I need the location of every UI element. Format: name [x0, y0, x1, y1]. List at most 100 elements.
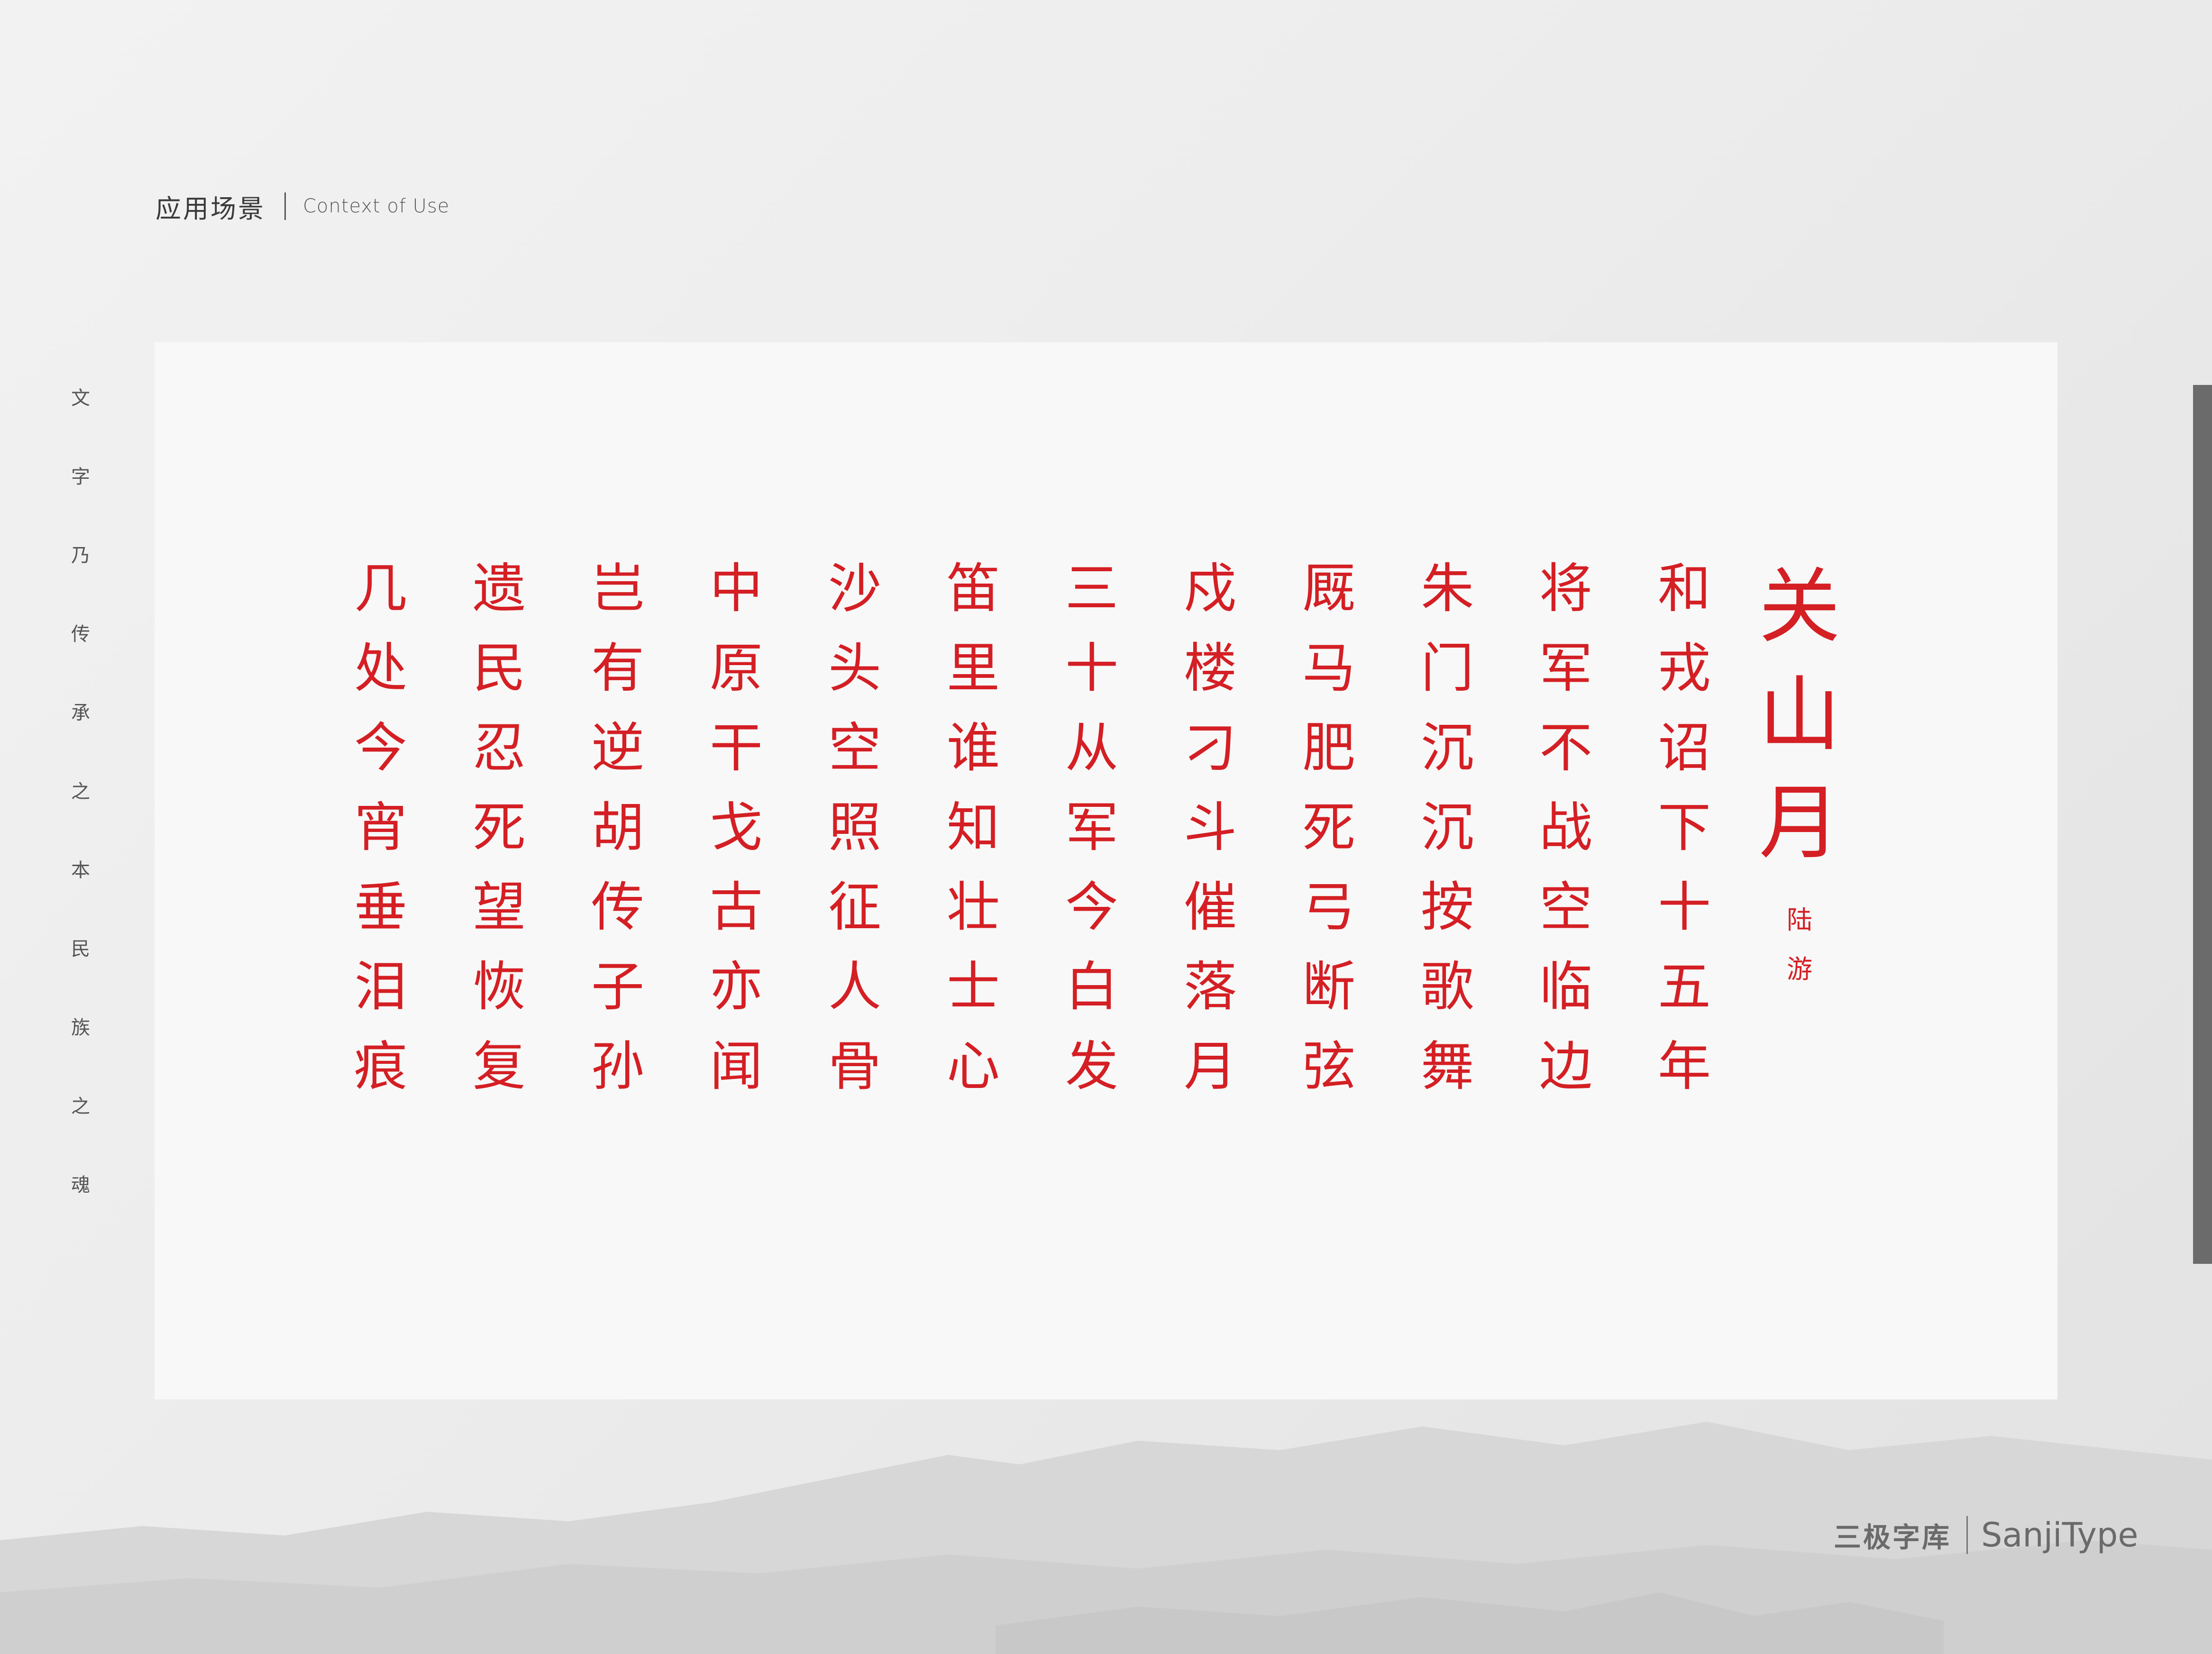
poem-char: 死 [473, 797, 526, 859]
poem-char: 处 [354, 638, 407, 699]
poem-char: 死 [1302, 797, 1355, 859]
poem-title-char: 月 [1759, 775, 1840, 870]
poem-char: 头 [828, 638, 881, 699]
poem-char: 军 [1539, 638, 1592, 699]
side-char: 本 [71, 859, 90, 881]
poem-char: 弦 [1302, 1036, 1355, 1097]
poem-char: 骨 [828, 1036, 881, 1097]
poem-char: 斗 [1184, 797, 1237, 859]
scrollbar-thumb[interactable] [2193, 385, 2212, 1264]
poem-char: 月 [1184, 1036, 1237, 1097]
side-char: 传 [71, 623, 90, 645]
poem-char: 岂 [591, 558, 644, 620]
side-char: 乃 [71, 545, 90, 567]
poem-char: 下 [1658, 797, 1711, 859]
poem-char: 朱 [1421, 558, 1474, 620]
poem-char: 胡 [591, 797, 644, 859]
poem-char: 中 [710, 558, 763, 620]
side-char: 之 [71, 781, 90, 803]
poem-column-11: 遗 民 忍 死 望 恢 复 [459, 556, 539, 1113]
poem-char: 壮 [947, 877, 1000, 938]
poem-char: 里 [947, 638, 1000, 699]
poem-title: 关 山 月 [1752, 555, 1847, 879]
poem-char: 民 [473, 638, 526, 699]
side-char: 族 [71, 1017, 90, 1039]
poem-char: 沙 [828, 558, 881, 620]
side-char: 字 [71, 466, 90, 488]
poem-char: 孙 [591, 1036, 644, 1097]
poem-column-5: 戍 楼 刁 斗 催 落 月 [1170, 556, 1251, 1113]
poem-panel: 关 山 月 陆 游 和 戎 诏 下 十 五 年 将 军 不 战 空 临 边 朱 … [155, 342, 2057, 1399]
poem-title-char: 关 [1759, 559, 1840, 654]
poem-char: 心 [947, 1036, 1000, 1097]
poem-char: 今 [1065, 877, 1118, 938]
poem-char: 舞 [1421, 1036, 1474, 1097]
poem-char: 发 [1065, 1036, 1118, 1097]
brand-name-en: SanjiType [1981, 1516, 2139, 1554]
poem-char: 楼 [1184, 638, 1237, 699]
section-title-en: Context of Use [303, 195, 450, 217]
poem-char: 传 [591, 877, 644, 938]
poem-column-6: 三 十 从 军 今 白 发 [1051, 556, 1132, 1113]
poem-char: 谁 [947, 717, 1000, 779]
poem-char: 戍 [1184, 558, 1237, 620]
side-char: 民 [71, 938, 90, 960]
poem-char: 五 [1658, 956, 1711, 1018]
poem-char: 恢 [473, 956, 526, 1018]
brand-name-cn: 三极字库 [1834, 1521, 1952, 1553]
vertical-side-text: 文 字 乃 传 承 之 本 民 族 之 魂 [71, 389, 90, 1254]
poem-char: 刁 [1184, 717, 1237, 779]
poem-char: 原 [710, 638, 763, 699]
poem-char: 戈 [710, 797, 763, 859]
poem-char: 今 [354, 717, 407, 779]
side-char: 之 [71, 1096, 90, 1117]
poem-char: 诏 [1658, 717, 1711, 779]
poem-title-char: 山 [1759, 667, 1840, 762]
poem-column-4: 厩 马 肥 死 弓 断 弦 [1289, 556, 1369, 1113]
side-char: 魂 [71, 1174, 90, 1196]
poem-char: 干 [710, 717, 763, 779]
poem-char: 不 [1539, 717, 1592, 779]
poem-char: 笛 [947, 558, 1000, 620]
poem-char: 痕 [354, 1036, 407, 1097]
section-header: 应用场景 Context of Use [155, 187, 449, 225]
poem-char: 从 [1065, 717, 1118, 779]
poem-char: 白 [1065, 956, 1118, 1018]
poem-column-3: 朱 门 沉 沉 按 歌 舞 [1407, 556, 1488, 1113]
side-char: 承 [71, 702, 90, 724]
poem-char: 照 [828, 797, 881, 859]
poem-char: 忍 [473, 717, 526, 779]
poem-char: 子 [591, 956, 644, 1018]
poem-char: 宵 [354, 797, 407, 859]
poem-char: 歌 [1421, 956, 1474, 1018]
poem-char: 十 [1065, 638, 1118, 699]
poem-char: 落 [1184, 956, 1237, 1018]
poem-char: 知 [947, 797, 1000, 859]
poem-char: 望 [473, 877, 526, 938]
poem-char: 泪 [354, 956, 407, 1018]
poem-char: 征 [828, 877, 881, 938]
poem-char: 人 [828, 956, 881, 1018]
brand-footer: 三极字库 SanjiType [1834, 1511, 2138, 1559]
header-divider [284, 192, 286, 220]
poem-column-10: 岂 有 逆 胡 传 子 孙 [577, 556, 658, 1113]
poem-column-1: 和 戎 诏 下 十 五 年 [1644, 556, 1725, 1113]
poem-char: 空 [1539, 877, 1592, 938]
poem-char: 按 [1421, 877, 1474, 938]
poem-author-char: 游 [1787, 954, 1812, 984]
poem-column-7: 笛 里 谁 知 壮 士 心 [933, 556, 1014, 1113]
poem-author: 陆 游 [1776, 899, 1823, 997]
poem-char: 年 [1658, 1036, 1711, 1097]
poem-char: 空 [828, 717, 881, 779]
poem-char: 门 [1421, 638, 1474, 699]
poem-char: 古 [710, 877, 763, 938]
section-title-cn: 应用场景 [155, 193, 265, 224]
poem-char: 临 [1539, 956, 1592, 1018]
poem-column-9: 中 原 干 戈 古 亦 闻 [696, 556, 777, 1113]
poem-char: 断 [1302, 956, 1355, 1018]
poem-column-2: 将 军 不 战 空 临 边 [1526, 556, 1606, 1113]
poem-char: 边 [1539, 1036, 1592, 1097]
poem-char: 戎 [1658, 638, 1711, 699]
poem-char: 催 [1184, 877, 1237, 938]
side-char: 文 [71, 387, 90, 409]
